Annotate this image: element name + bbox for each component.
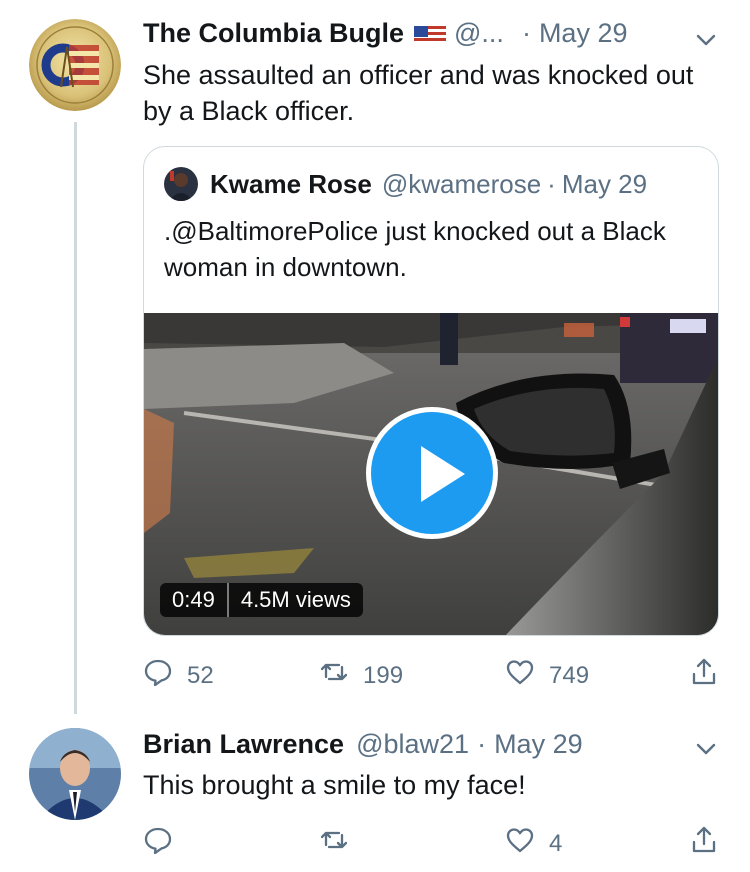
like-icon	[505, 657, 535, 694]
us-flag-icon	[414, 23, 447, 44]
share-icon	[689, 657, 719, 694]
retweet-icon	[319, 825, 349, 862]
avatar-columbia-bugle[interactable]	[29, 19, 121, 111]
quoted-tweet[interactable]: Kwame Rose @kwamerose · May 29 .@Baltimo…	[143, 146, 719, 636]
reply-icon	[143, 825, 173, 862]
tweet-columbia-bugle[interactable]: The Columbia Bugle @... · May 29 She ass…	[0, 0, 750, 715]
user-handle[interactable]: @blaw21	[356, 729, 469, 760]
tweet-brian-lawrence[interactable]: Brian Lawrence @blaw21 · May 29 This bro…	[0, 715, 750, 872]
like-count: 749	[549, 661, 590, 689]
retweet-count: 199	[363, 661, 404, 689]
quoted-tweet-text: .@BaltimorePolice just knocked out a Bla…	[164, 216, 666, 282]
tweet-text: This brought a smile to my face!	[143, 770, 526, 800]
chevron-down-icon[interactable]	[694, 737, 718, 761]
display-name[interactable]: The Columbia Bugle	[143, 18, 404, 49]
reply-button[interactable]	[143, 825, 187, 862]
chevron-down-icon[interactable]	[694, 28, 718, 52]
quoted-user-handle[interactable]: @kwamerose	[382, 169, 541, 200]
like-button[interactable]: 749	[505, 657, 589, 694]
separator-dot: ·	[477, 729, 487, 759]
quoted-display-name[interactable]: Kwame Rose	[210, 169, 372, 200]
tweet-date[interactable]: May 29	[539, 18, 628, 49]
share-icon	[689, 825, 719, 862]
video-duration: 0:49	[172, 587, 215, 612]
retweet-icon	[319, 657, 349, 694]
video-stats: 0:49 4.5M views	[160, 583, 363, 617]
reply-count: 52	[187, 661, 214, 689]
retweet-button[interactable]: 199	[319, 657, 403, 694]
share-button[interactable]	[689, 657, 719, 694]
tweet-actions: 4	[143, 820, 723, 860]
share-button[interactable]	[689, 825, 719, 862]
retweet-button[interactable]	[319, 825, 363, 862]
play-icon	[421, 446, 465, 502]
play-button[interactable]	[366, 407, 498, 539]
tweet-date[interactable]: May 29	[494, 729, 583, 760]
reply-button[interactable]: 52	[143, 657, 214, 694]
user-handle[interactable]: @...	[454, 18, 504, 49]
quoted-tweet-header: Kwame Rose @kwamerose · May 29	[164, 167, 647, 201]
video-views: 4.5M views	[240, 587, 351, 612]
tweet-header: The Columbia Bugle @... · May 29	[143, 18, 627, 49]
avatar-brian-lawrence[interactable]	[29, 728, 121, 820]
tweet-text: She assaulted an officer and was knocked…	[143, 60, 694, 126]
quoted-tweet-date[interactable]: May 29	[562, 169, 647, 200]
avatar-kwame-rose[interactable]	[164, 167, 198, 201]
reply-icon	[143, 657, 173, 694]
like-count: 4	[549, 829, 563, 857]
video-player[interactable]: 0:49 4.5M views	[144, 313, 718, 635]
display-name[interactable]: Brian Lawrence	[143, 729, 344, 760]
separator-dot: ·	[547, 168, 556, 199]
tweet-header: Brian Lawrence @blaw21 · May 29	[143, 729, 583, 760]
like-button[interactable]: 4	[505, 825, 562, 862]
separator-dot: ·	[521, 18, 531, 48]
thread-connector-line	[74, 122, 77, 714]
like-icon	[505, 825, 535, 862]
tweet-actions: 52 199 749	[143, 652, 723, 692]
